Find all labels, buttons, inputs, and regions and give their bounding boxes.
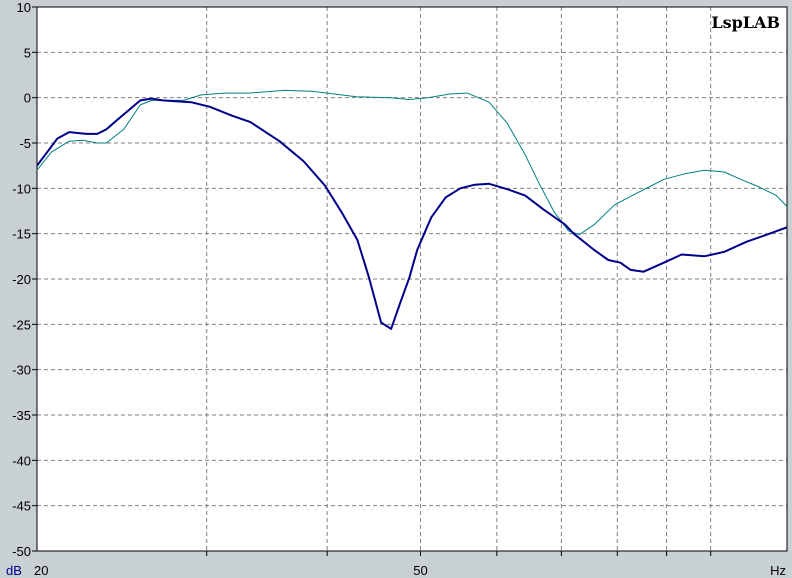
y-tick-label: -15 <box>12 227 31 242</box>
y-tick-label: -25 <box>12 317 31 332</box>
y-tick-label: -10 <box>12 181 31 196</box>
x-tick-label: 20 <box>34 563 48 578</box>
y-tick-label: -45 <box>12 499 31 514</box>
y-unit-label: dB <box>6 563 22 578</box>
y-tick-label: 5 <box>24 45 31 60</box>
y-tick-label: -20 <box>12 272 31 287</box>
chart-svg: 1050-5-10-15-20-25-30-35-40-45-5020 50dB H… <box>6 0 788 578</box>
y-tick-label: -50 <box>12 544 31 559</box>
x-tick-label: 50 <box>413 563 427 578</box>
frequency-response-chart: 10 5 0 -5 -10 -15 -20 -25 -30 -35 -40 -45 -50 20 50 dB H… <box>0 0 792 578</box>
brand-label: LspLAB <box>711 13 780 32</box>
y-tick-label: -35 <box>12 408 31 423</box>
y-tick-label: -30 <box>12 363 31 378</box>
y-tick-label: -5 <box>19 136 31 151</box>
y-tick-label: 10 <box>17 0 31 15</box>
y-tick-label: -40 <box>12 453 31 468</box>
y-tick-label: 0 <box>24 91 31 106</box>
x-unit-label: Hz <box>770 563 786 578</box>
